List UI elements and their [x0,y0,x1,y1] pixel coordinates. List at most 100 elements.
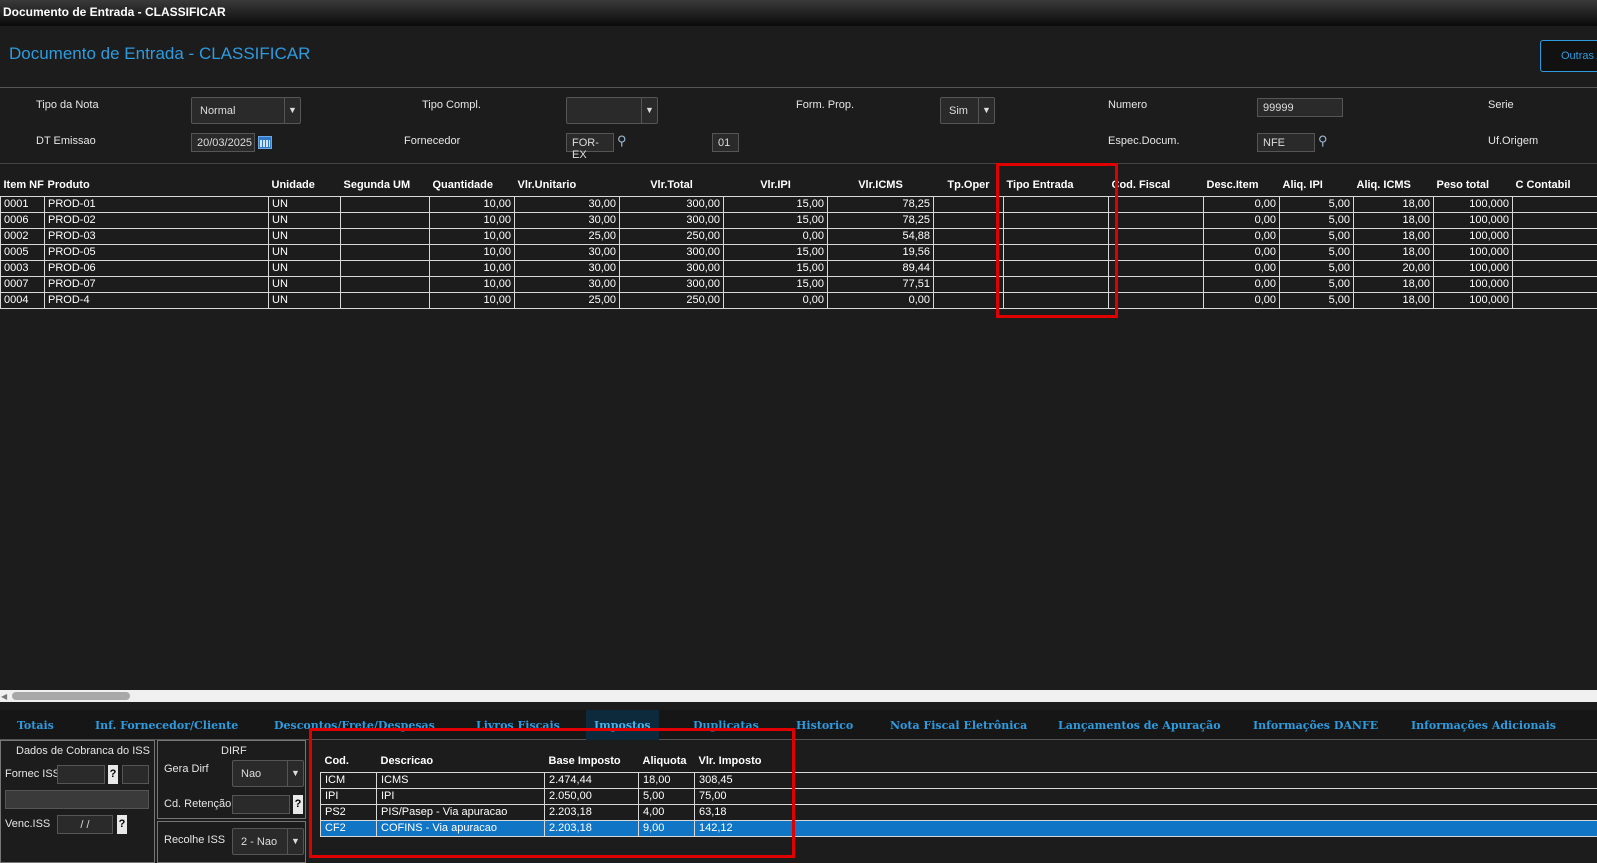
table-cell[interactable] [1512,228,1597,245]
col-header-aliq-ipi[interactable]: Aliq. IPI [1280,170,1354,196]
tab-livros-fiscais[interactable]: Livros Fiscais [476,710,560,740]
tax-cell[interactable]: 4,00 [638,804,695,821]
tab-informacoes-adicionais[interactable]: Informações Adicionais [1411,710,1556,740]
table-cell[interactable] [933,195,1004,213]
table-cell[interactable] [340,244,430,261]
table-cell[interactable]: 5,00 [1279,228,1354,245]
table-cell[interactable]: 89,44 [827,260,934,277]
tab-descontos-frete-despesas[interactable]: Descontos/Frete/Despesas [274,710,435,740]
table-cell[interactable] [933,260,1004,277]
col-header-segunda-um[interactable]: Segunda UM [341,170,430,196]
table-cell[interactable]: 0,00 [1203,260,1280,277]
table-cell[interactable]: 300,00 [619,195,724,213]
table-cell[interactable]: 18,00 [1353,292,1434,309]
table-cell[interactable] [933,244,1004,261]
table-cell[interactable]: 0006 [0,212,45,229]
tax-cell[interactable]: IPI [320,788,377,805]
tax-row[interactable]: PS2 PIS/Pasep - Via apuracao 2.203,18 4,00 6… [320,804,1597,821]
table-cell[interactable]: 0004 [0,292,45,309]
tax-cell[interactable]: PS2 [320,804,377,821]
col-header-peso-total[interactable]: Peso total [1434,170,1513,196]
tax-cell[interactable]: IPI [376,788,545,805]
gera-dirf-select[interactable]: Nao ▼ [232,760,304,787]
scroll-left-icon[interactable]: ◀ [1,692,7,701]
table-row[interactable]: 0006 PROD-02 UN 10,00 30,00 300,00 15,00 78,25 0… [0,212,1597,229]
table-cell[interactable] [933,292,1004,309]
cd-retencao-input[interactable] [232,795,290,814]
col-header-item-nf[interactable]: Item NF [1,170,45,196]
table-cell[interactable]: 0,00 [723,228,828,245]
table-cell[interactable]: 25,00 [514,292,620,309]
tax-cell[interactable]: 2.203,18 [544,804,639,821]
table-cell[interactable]: 30,00 [514,244,620,261]
table-cell[interactable] [1003,212,1109,229]
col-header-produto[interactable]: Produto [45,170,269,196]
table-cell[interactable]: 300,00 [619,276,724,293]
venc-iss-input[interactable]: / / [57,815,113,834]
table-cell[interactable] [933,212,1004,229]
table-row[interactable]: 0004 PROD-4 UN 10,00 25,00 250,00 0,00 0,00 0,00… [0,292,1597,309]
tab-impostos[interactable]: Impostos [586,710,659,740]
dt-emissao-input[interactable]: 20/03/2025 [191,133,255,152]
tax-cell[interactable]: 18,00 [638,771,695,789]
tab-inf-fornecedor-cliente[interactable]: Inf. Fornecedor/Cliente [95,710,238,740]
table-cell[interactable] [1512,260,1597,277]
table-cell[interactable]: 100,000 [1433,276,1513,293]
col-header-vlr-icms[interactable]: Vlr.ICMS [828,170,934,196]
table-cell[interactable] [1512,292,1597,309]
col-header-quantidade[interactable]: Quantidade [430,170,515,196]
col-header-vlr-ipi[interactable]: Vlr.IPI [724,170,828,196]
table-cell[interactable]: 10,00 [429,260,515,277]
tax-cell[interactable]: 63,18 [694,804,1597,821]
tab-totais[interactable]: Totais [17,710,54,740]
table-cell[interactable]: UN [268,228,341,245]
col-header-vlr-unitario[interactable]: Vlr.Unitario [515,170,620,196]
table-cell[interactable]: 0005 [0,244,45,261]
tab-historico[interactable]: Historico [796,710,853,740]
tab-duplicatas[interactable]: Duplicatas [693,710,759,740]
espec-docum-input[interactable]: NFE [1257,133,1315,152]
tax-cell[interactable]: PIS/Pasep - Via apuracao [376,804,545,821]
table-cell[interactable]: 10,00 [429,195,515,213]
horizontal-scrollbar[interactable]: ◀ [0,690,1597,702]
tax-row[interactable]: CF2 COFINS - Via apuracao 2.203,18 9,00 142,… [320,820,1597,837]
table-cell[interactable]: 78,25 [827,212,934,229]
tax-cell[interactable]: 308,45 [694,771,1597,789]
tax-grid[interactable]: Cod. Descricao Base Imposto Aliquota Vlr… [320,748,1597,837]
table-cell[interactable]: 250,00 [619,228,724,245]
table-cell[interactable]: 18,00 [1353,228,1434,245]
table-cell[interactable]: 30,00 [514,212,620,229]
table-cell[interactable]: 18,00 [1353,244,1434,261]
table-cell[interactable]: 15,00 [723,195,828,213]
table-cell[interactable] [1108,228,1204,245]
table-cell[interactable] [933,228,1004,245]
table-cell[interactable]: 5,00 [1279,276,1354,293]
table-cell[interactable]: 0007 [0,276,45,293]
table-cell[interactable]: UN [268,195,341,213]
tipo-compl-select[interactable]: ▼ [566,97,658,124]
table-cell[interactable] [1108,276,1204,293]
table-cell[interactable]: 30,00 [514,195,620,213]
tab-informacoes-danfe[interactable]: Informações DANFE [1253,710,1378,740]
table-cell[interactable]: UN [268,244,341,261]
table-cell[interactable]: 18,00 [1353,276,1434,293]
table-cell[interactable]: 0,00 [827,292,934,309]
table-cell[interactable] [1108,260,1204,277]
tax-col-header-base-imposto[interactable]: Base Imposto [545,748,639,772]
fornec-iss-loja-input[interactable] [122,765,149,784]
table-cell[interactable]: 15,00 [723,244,828,261]
table-cell[interactable] [340,276,430,293]
table-cell[interactable]: 100,000 [1433,228,1513,245]
table-cell[interactable]: 30,00 [514,260,620,277]
table-cell[interactable] [1003,228,1109,245]
tax-cell[interactable]: CF2 [320,820,377,837]
table-cell[interactable]: 5,00 [1279,260,1354,277]
tab-lancamentos-de-apuracao[interactable]: Lançamentos de Apuração [1058,710,1221,740]
tax-row[interactable]: IPI IPI 2.050,00 5,00 75,00 [320,788,1597,805]
fornecedor-input[interactable]: FOR-EX [566,133,614,161]
table-cell[interactable]: 20,00 [1353,260,1434,277]
table-cell[interactable]: PROD-4 [44,292,269,309]
tax-cell[interactable]: COFINS - Via apuracao [376,820,545,837]
table-cell[interactable] [340,292,430,309]
tax-row[interactable]: ICM ICMS 2.474,44 18,00 308,45 [320,771,1597,789]
